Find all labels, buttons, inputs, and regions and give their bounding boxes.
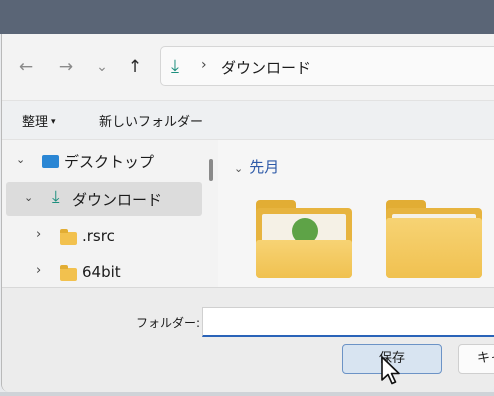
folder-item[interactable]: [256, 200, 352, 278]
background-window-strip: [0, 0, 494, 34]
tree-item-desktop[interactable]: ⌄ デスクトップ: [6, 144, 202, 178]
group-label: 先月: [249, 158, 280, 176]
folder-field-label: フォルダー:: [136, 316, 201, 330]
folder-front: [386, 218, 482, 278]
cancel-button[interactable]: キャンセル: [458, 344, 494, 374]
tree-item-label: デスクトップ: [64, 153, 155, 171]
breadcrumb-separator-icon[interactable]: ›: [201, 57, 207, 73]
mouse-pointer-icon: [381, 356, 400, 385]
save-dialog: ← → ⌄ ↑ ⤓ › ダウンロード 整理 ▾ 新しいフォルダー ⌄ デスクトップ…: [1, 34, 494, 392]
up-arrow-icon[interactable]: ↑: [124, 56, 146, 78]
background-window-strip: [0, 392, 494, 396]
tree-item-label: .rsrc: [82, 227, 115, 245]
breadcrumb-location[interactable]: ダウンロード: [221, 57, 311, 78]
caret-down-icon: ▾: [51, 117, 56, 127]
folder-input[interactable]: [202, 307, 494, 337]
folder-item[interactable]: [386, 200, 482, 278]
download-icon: ⤓: [52, 187, 60, 207]
chevron-down-icon: ⌄: [234, 162, 244, 175]
desktop-icon: [42, 155, 59, 168]
download-icon: ⤓: [171, 56, 179, 77]
tree-item-label: ダウンロード: [72, 191, 163, 209]
tree-item-rsrc[interactable]: › .rsrc: [6, 220, 202, 254]
expand-chevron-icon[interactable]: ⌄: [16, 153, 25, 166]
tree-item-label: 64bit: [82, 263, 121, 281]
folder-icon: [60, 265, 77, 281]
command-bar: 整理 ▾ 新しいフォルダー: [2, 100, 494, 140]
collapsed-chevron-icon[interactable]: ›: [36, 227, 41, 242]
navigation-bar: ← → ⌄ ↑ ⤓ › ダウンロード: [2, 34, 494, 100]
new-folder-button[interactable]: 新しいフォルダー: [99, 111, 203, 130]
tree-item-64bit[interactable]: › 64bit: [6, 256, 202, 290]
collapsed-chevron-icon[interactable]: ›: [36, 263, 41, 278]
pane-scrollbar[interactable]: [209, 159, 213, 181]
file-list: ⌄ 先月: [218, 140, 494, 287]
group-header[interactable]: ⌄ 先月: [234, 156, 279, 177]
folder-front: [256, 240, 352, 278]
folder-icon: [60, 229, 77, 245]
back-arrow-icon[interactable]: ←: [15, 56, 37, 78]
forward-arrow-icon[interactable]: →: [55, 56, 77, 78]
expand-chevron-icon[interactable]: ⌄: [24, 191, 33, 204]
save-form: フォルダー: 保存 キャンセル: [2, 287, 494, 392]
organize-menu-button[interactable]: 整理 ▾: [22, 111, 56, 130]
tree-item-downloads[interactable]: ⌄ ⤓ ダウンロード: [6, 182, 202, 216]
recent-locations-chevron-icon[interactable]: ⌄: [91, 56, 113, 78]
address-bar[interactable]: ⤓ › ダウンロード: [160, 46, 494, 86]
navigation-pane: ⌄ デスクトップ ⌄ ⤓ ダウンロード › .rsrc › 64bit: [2, 140, 202, 287]
organize-label: 整理: [22, 115, 49, 130]
